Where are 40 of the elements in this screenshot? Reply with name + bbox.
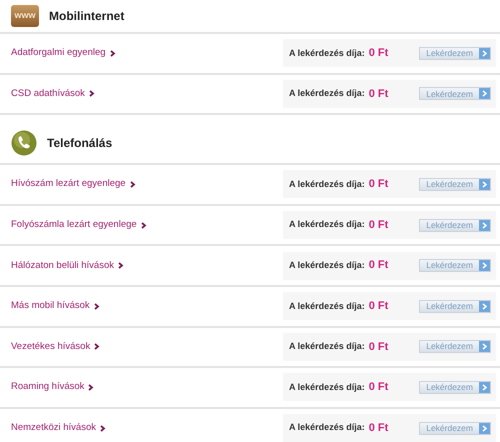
fee-label: A lekérdezés díja: bbox=[289, 300, 365, 313]
query-link[interactable]: Más mobil hívások bbox=[11, 299, 283, 314]
query-link[interactable]: CSD adathívások bbox=[11, 86, 283, 102]
chevron-icon bbox=[100, 424, 106, 432]
fee-label: A lekérdezés díja: bbox=[289, 380, 365, 394]
chevron-icon bbox=[110, 50, 116, 57]
fee-amount: 0 Ft bbox=[368, 46, 388, 62]
fee-label: A lekérdezés díja: bbox=[289, 340, 365, 354]
fee-amount: 0 Ft bbox=[368, 258, 388, 274]
chevron-icon bbox=[94, 343, 100, 350]
query-link[interactable]: Folyószámla lezárt egyenlege bbox=[11, 218, 283, 232]
phone-icon bbox=[11, 130, 37, 156]
fee-label: A lekérdezés díja: bbox=[289, 178, 365, 191]
fee-label: A lekérdezés díja: bbox=[289, 421, 365, 434]
chevron-icon bbox=[88, 384, 94, 391]
query-link[interactable]: Nemzetközi hívások bbox=[11, 420, 283, 436]
fee-label: A lekérdezés díja: bbox=[289, 87, 365, 100]
fee-amount: 0 Ft bbox=[368, 218, 388, 233]
query-link[interactable]: Hálózaton belüli hívások bbox=[11, 258, 283, 273]
fee-amount: 0 Ft bbox=[368, 299, 388, 314]
query-link[interactable]: Roaming hívások bbox=[11, 380, 283, 395]
fee-label: A lekérdezés díja: bbox=[289, 218, 365, 232]
fee-amount: 0 Ft bbox=[368, 380, 388, 396]
fee-amount: 0 Ft bbox=[368, 177, 388, 192]
section-title: Mobilinternet bbox=[49, 8, 124, 25]
chevron-icon bbox=[88, 90, 95, 98]
chevron-icon bbox=[118, 262, 124, 270]
fee-label: A lekérdezés díja: bbox=[289, 46, 365, 60]
fee-amount: 0 Ft bbox=[368, 86, 388, 102]
chevron-icon bbox=[140, 222, 147, 229]
section-title: Telefonálás bbox=[47, 135, 112, 152]
fee-amount: 0 Ft bbox=[368, 340, 388, 355]
fee-label: A lekérdezés díja: bbox=[289, 258, 365, 272]
query-link[interactable]: Adatforgalmi egyenleg bbox=[11, 46, 283, 60]
query-link[interactable]: Hívószám lezárt egyenlege bbox=[11, 177, 283, 192]
chevron-icon bbox=[130, 180, 136, 188]
chevron-icon bbox=[94, 302, 100, 310]
fee-amount: 0 Ft bbox=[368, 420, 388, 436]
query-link[interactable]: Vezetékes hívások bbox=[11, 340, 283, 354]
www-icon: www bbox=[11, 5, 39, 27]
